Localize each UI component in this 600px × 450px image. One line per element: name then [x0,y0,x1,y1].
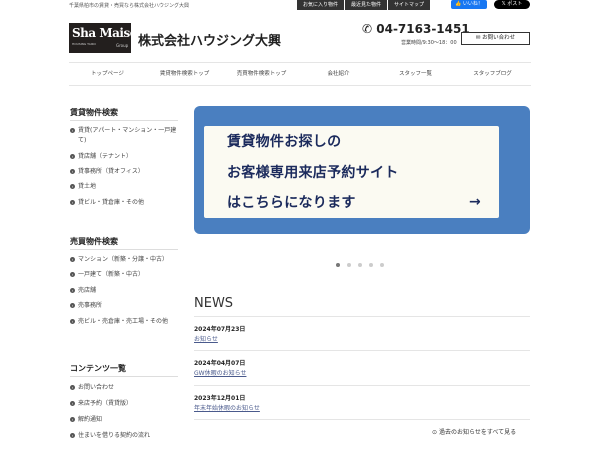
divider [194,419,530,420]
nav-staff-blog[interactable]: スタッフブログ [454,63,531,85]
circle-chevron-icon: ⊙ [432,429,438,436]
chevron-right-icon: › [70,257,75,262]
divider [70,249,178,250]
banner-text-panel: 賃貸物件お探しの お客様専用来店予約サイト はこちらになります → [204,126,499,218]
mail-icon: ✉ [475,35,481,41]
favorites-link[interactable]: お気に入り物件 [297,0,345,10]
x-post-button[interactable]: 𝕏 ポスト [494,0,530,9]
chevron-right-icon: › [70,303,75,308]
chevron-right-icon: › [70,319,75,324]
chevron-right-icon: › [70,184,75,189]
sidebar-item-rental-land[interactable]: › 貸土地 [70,182,180,192]
divider [194,316,530,317]
divider [194,385,530,386]
chevron-right-icon: › [70,128,75,133]
contact-button[interactable]: ✉ お問い合わせ [461,32,530,45]
banner-line-1: 賃貸物件お探しの [227,134,342,150]
chevron-right-icon: › [70,154,75,159]
news-link[interactable]: GW休暇のお知らせ [194,368,246,377]
sha-maison-logo[interactable]: Sha Maison HOUSING TAIKO Group [69,23,146,53]
sidebar-item-sale-other[interactable]: › 売ビル・売倉庫・売工場・その他 [70,317,180,327]
site-tagline: 千葉県柏市の賃貸・売買なら株式会社ハウジング大興 [69,3,190,9]
phone-icon: ✆ [362,22,373,36]
sidebar-item-sale-office[interactable]: › 売事務所 [70,301,180,311]
business-hours: 営業時間/9:30～18：00 [401,40,457,46]
thumbs-up-icon: 👍 [455,1,462,7]
sidebar-item-contact[interactable]: › お問い合わせ [70,383,180,393]
banner-line-2: お客様専用来店予約サイト [227,165,399,181]
sidebar-item-cancel-notice[interactable]: › 解約通知 [70,415,180,425]
slider-dot[interactable] [358,263,362,267]
news-link[interactable]: 年末年始休暇のお知らせ [194,403,260,412]
x-logo-icon: 𝕏 [501,1,506,7]
sidebar-item-visit-reservation[interactable]: › 来店予約（賃貸版） [70,399,180,409]
slider-dot[interactable] [347,263,351,267]
top-bar: 千葉県柏市の賃貸・売買なら株式会社ハウジング大興 お気に入り物件 最近見た物件 … [0,0,600,12]
phone-number: ✆ 04-7163-1451 [362,22,470,36]
divider [194,350,530,351]
reservation-banner[interactable]: 賃貸物件お探しの お客様専用来店予約サイト はこちらになります → [194,106,530,234]
chevron-right-icon: › [70,200,75,205]
rental-search-heading: 賃貸物件検索 [70,108,118,117]
sidebar-item-rental-other[interactable]: › 貸ビル・貸倉庫・その他 [70,198,180,208]
slider-dot[interactable] [369,263,373,267]
sidebar-item-rental-flow[interactable]: › 住まいを借りる契約の流れ [70,431,180,441]
news-date: 2023年12月01日 [194,395,246,402]
sale-search-heading: 売買物件検索 [70,237,118,246]
news-link[interactable]: お知らせ [194,334,218,343]
chevron-right-icon: › [70,401,75,406]
news-date: 2024年04月07日 [194,360,246,367]
sidebar-item-rental-office[interactable]: › 貸事務所（貸オフィス） [70,167,180,177]
slider-dot[interactable] [380,263,384,267]
sidebar-item-sale-mansion[interactable]: › マンション（新築・分譲・中古） [70,255,180,265]
logo-text: Sha Maison [72,26,146,40]
slider-pagination [336,263,391,267]
nav-sale-search[interactable]: 売買物件検索トップ [223,63,300,85]
logo-group-text: Group [116,43,129,48]
company-name[interactable]: 株式会社ハウジング大興 [138,30,281,49]
sitemap-link[interactable]: サイトマップ [388,0,431,10]
news-more-link[interactable]: ⊙ 過去のお知らせをすべて見る [432,427,516,436]
divider [70,376,178,377]
recently-viewed-link[interactable]: 最近見た物件 [345,0,388,10]
chevron-right-icon: › [70,385,75,390]
chevron-right-icon: › [70,433,75,438]
sidebar-item-rental-store[interactable]: › 貸店舗（テナント） [70,152,180,162]
nav-rental-search[interactable]: 賃貸物件検索トップ [146,63,223,85]
main-nav: トップページ 賃貸物件検索トップ 売買物件検索トップ 会社紹介 スタッフ一覧 ス… [69,62,531,86]
nav-company[interactable]: 会社紹介 [300,63,377,85]
facebook-like-button[interactable]: 👍 いいね！ [451,0,487,9]
news-date: 2024年07月23日 [194,326,246,333]
chevron-right-icon: › [70,169,75,174]
logo-subtext: HOUSING TAIKO [72,42,96,46]
divider [70,120,178,121]
chevron-right-icon: › [70,417,75,422]
nav-staff[interactable]: スタッフ一覧 [377,63,454,85]
slider-dot[interactable] [336,263,340,267]
arrow-right-icon: → [469,194,481,210]
sidebar-item-sale-store[interactable]: › 売店舗 [70,286,180,296]
utility-links: お気に入り物件 最近見た物件 サイトマップ [297,0,431,10]
sidebar-item-rental-residential[interactable]: › 賃貸(アパート・マンション・一戸建て) [70,126,180,146]
chevron-right-icon: › [70,288,75,293]
banner-line-3: はこちらになります [227,195,356,211]
news-heading: NEWS [194,296,234,311]
nav-top[interactable]: トップページ [69,63,146,85]
chevron-right-icon: › [70,272,75,277]
sidebar-item-sale-house[interactable]: › 一戸建て（新築・中古） [70,270,180,280]
content-list-heading: コンテンツ一覧 [70,364,126,373]
